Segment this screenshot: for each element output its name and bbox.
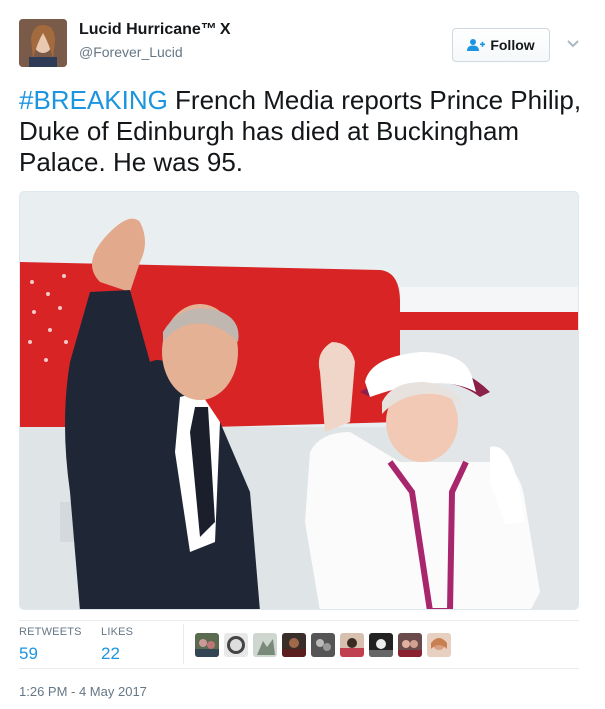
retweets-label: RETWEETS (19, 626, 82, 638)
follow-button-label: Follow (490, 37, 535, 53)
likes-label: LIKES (101, 626, 134, 638)
liker-avatar[interactable] (427, 633, 451, 657)
tweet-text: #BREAKING French Media reports Prince Ph… (19, 85, 589, 178)
tweet-card: Lucid Hurricane™ X @Forever_Lucid Follow… (0, 0, 605, 709)
liker-avatar[interactable] (369, 633, 393, 657)
follow-button[interactable]: Follow (452, 28, 550, 62)
likes-stat[interactable]: LIKES 22 (101, 626, 133, 664)
tweet-timestamp[interactable]: 1:26 PM - 4 May 2017 (19, 684, 147, 699)
tweet-photo[interactable] (19, 191, 579, 610)
retweets-count: 59 (19, 644, 38, 663)
likers-avatars (195, 633, 456, 657)
chevron-down-icon[interactable] (566, 36, 580, 50)
liker-avatar[interactable] (282, 633, 306, 657)
liker-avatar[interactable] (253, 633, 277, 657)
liker-avatar[interactable] (224, 633, 248, 657)
hashtag-link[interactable]: #BREAKING (19, 85, 168, 115)
retweets-stat[interactable]: RETWEETS 59 (19, 626, 82, 664)
name-row: Lucid Hurricane™ X (79, 21, 230, 39)
stats-separator (183, 624, 184, 664)
user-avatar[interactable] (19, 19, 67, 67)
name-badge: X (219, 21, 231, 38)
user-handle[interactable]: @Forever_Lucid (79, 44, 183, 60)
liker-avatar[interactable] (398, 633, 422, 657)
likes-count: 22 (101, 644, 120, 663)
liker-avatar[interactable] (195, 633, 219, 657)
add-user-icon (467, 38, 486, 52)
stats-bottom-divider (19, 668, 579, 669)
liker-avatar[interactable] (311, 633, 335, 657)
liker-avatar[interactable] (340, 633, 364, 657)
display-name[interactable]: Lucid Hurricane™ (79, 21, 217, 39)
stats-top-divider (19, 620, 579, 621)
